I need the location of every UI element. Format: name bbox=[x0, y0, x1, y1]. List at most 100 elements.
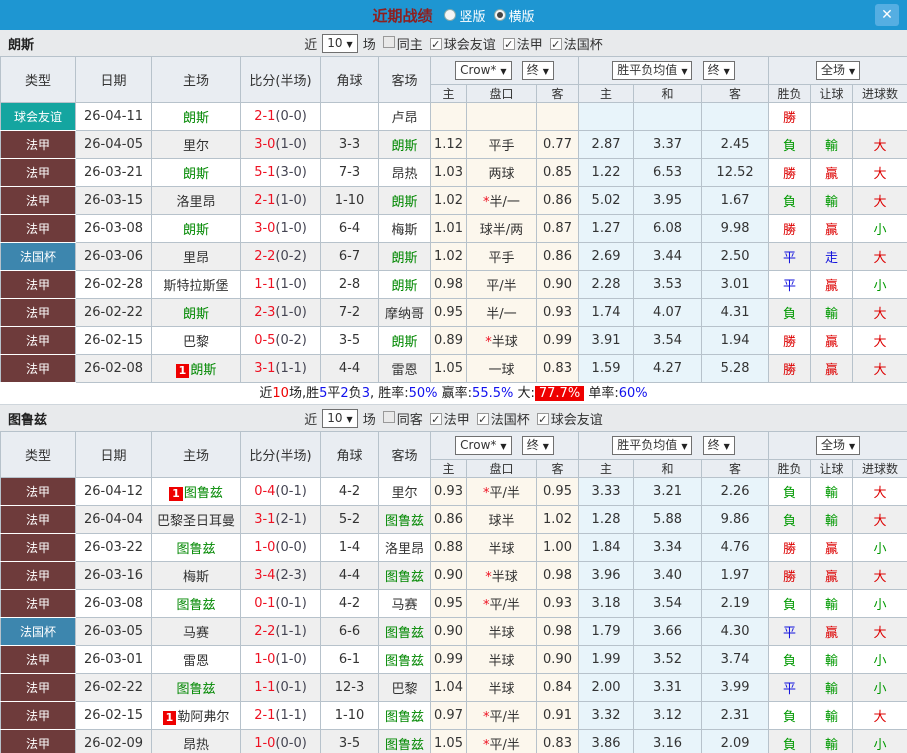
cell-avg-away bbox=[701, 102, 770, 131]
odds-stage-select[interactable]: 终 ▼ bbox=[521, 61, 554, 80]
cell-odds-home: 0.95 bbox=[430, 589, 467, 618]
subheader-result: 胜负 bbox=[768, 459, 812, 478]
checked-checkbox[interactable]: ✓ bbox=[476, 412, 489, 425]
average-select[interactable]: 胜平负均值 ▼ bbox=[612, 61, 693, 80]
home-team-name: 图鲁兹 bbox=[176, 542, 216, 557]
full-time-score: 2-3 bbox=[254, 305, 276, 320]
table-row: 法甲 26-03-21 朗斯 5-1(3-0) 7-3 昂热 1.03 两球 0… bbox=[0, 158, 907, 187]
checked-checkbox[interactable]: ✓ bbox=[502, 37, 515, 50]
checked-checkbox[interactable]: ✓ bbox=[549, 37, 562, 50]
checked-checkbox[interactable]: ✓ bbox=[429, 37, 442, 50]
cell-home-team: 朗斯 bbox=[151, 158, 241, 187]
checked-checkbox[interactable]: ✓ bbox=[429, 412, 442, 425]
bookmaker-select[interactable]: Crow* ▼ bbox=[455, 61, 512, 80]
full-time-score: 1-1 bbox=[254, 277, 276, 292]
cell-avg-home: 2.28 bbox=[578, 270, 635, 299]
recent-results-popup: 近期战绩 竖版 横版 ✕ 朗斯 近 10 ▼ 场 同主 ✓ 球会友谊 ✓ 法甲 ✓ 法国杯 类… bbox=[0, 0, 907, 753]
cell-handicap-result: 輸 bbox=[810, 505, 854, 534]
cell-home-team: 巴黎 bbox=[151, 326, 241, 355]
home-team-name: 图鲁兹 bbox=[176, 682, 216, 697]
cell-corners: 6-4 bbox=[320, 214, 379, 243]
handicap-line: 球半 bbox=[488, 514, 515, 529]
cell-avg-home: 1.74 bbox=[578, 298, 635, 327]
cell-handicap-result: 輸 bbox=[810, 477, 854, 506]
cell-odds-home: 1.01 bbox=[430, 214, 467, 243]
handicap-line: 半球 bbox=[488, 654, 515, 669]
bookmaker-select[interactable]: Crow* ▼ bbox=[455, 436, 512, 455]
summary-text: 单率: bbox=[584, 386, 619, 401]
unchecked-checkbox[interactable] bbox=[382, 35, 395, 48]
cell-date: 26-03-01 bbox=[75, 645, 152, 674]
close-icon[interactable]: ✕ bbox=[875, 4, 899, 26]
cell-handicap-line: *半/一 bbox=[466, 186, 537, 215]
full-time-score: 2-1 bbox=[254, 109, 276, 124]
full-time-score: 1-0 bbox=[254, 652, 276, 667]
match-count-select[interactable]: 10 ▼ bbox=[322, 33, 358, 53]
odds-stage-select[interactable]: 终 ▼ bbox=[521, 436, 554, 455]
summary-text: , 胜率: bbox=[369, 386, 409, 401]
horizontal-layout-radio[interactable] bbox=[493, 9, 506, 21]
cell-result: 負 bbox=[768, 589, 812, 618]
cell-goals-overunder: 大 bbox=[852, 505, 907, 534]
team-name-toulouse: 图鲁兹 bbox=[8, 412, 48, 428]
average-select[interactable]: 胜平负均值 ▼ bbox=[612, 436, 693, 455]
cell-handicap-result: 贏 bbox=[810, 270, 854, 299]
cell-away-team: 图鲁兹 bbox=[378, 729, 431, 753]
cell-odds-away: 0.91 bbox=[535, 701, 580, 730]
checked-checkbox[interactable]: ✓ bbox=[536, 412, 549, 425]
table-row: 法甲 26-03-16 梅斯 3-4(2-3) 4-4 图鲁兹 0.90 *半球… bbox=[0, 561, 907, 590]
average-stage-select[interactable]: 终 ▼ bbox=[702, 61, 735, 80]
table-row: 法甲 26-02-09 昂热 1-0(0-0) 3-5 图鲁兹 1.05 *平/… bbox=[0, 729, 907, 753]
cell-corners: 7-2 bbox=[320, 298, 379, 327]
half-time-score: (1-1) bbox=[275, 708, 307, 723]
cell-handicap-line: 球半/两 bbox=[466, 214, 537, 243]
match-count-select[interactable]: 10 ▼ bbox=[322, 408, 358, 428]
col-header-score: 比分(半场) bbox=[240, 56, 321, 103]
table-row: 法甲 26-03-08 朗斯 3-0(1-0) 6-4 梅斯 1.01 球半/两… bbox=[0, 214, 907, 243]
cell-avg-home: 3.32 bbox=[578, 701, 635, 730]
cell-corners bbox=[320, 102, 379, 131]
cell-home-team: 梅斯 bbox=[151, 561, 241, 590]
cell-avg-away: 3.01 bbox=[701, 270, 770, 299]
cell-avg-home: 1.27 bbox=[578, 214, 635, 243]
cell-away-team: 洛里昂 bbox=[378, 533, 431, 562]
cell-corners: 1-4 bbox=[320, 533, 379, 562]
cell-score: 1-0(0-0) bbox=[240, 729, 321, 753]
cell-avg-home: 3.86 bbox=[578, 729, 635, 753]
cell-home-team: 里昂 bbox=[151, 242, 241, 271]
cell-handicap-result: 輸 bbox=[810, 298, 854, 327]
cell-competition: 法甲 bbox=[0, 729, 76, 753]
cell-result: 勝 bbox=[768, 561, 812, 590]
red-card-badge: 1 bbox=[175, 364, 190, 378]
cell-odds-away: 0.93 bbox=[535, 589, 580, 618]
record-summary-lens: 近10场,胜5平2负3, 胜率:50% 赢率:55.5% 大: 77.7% 单率:… bbox=[0, 383, 907, 405]
cell-competition: 法甲 bbox=[0, 589, 76, 618]
cell-avg-draw: 4.07 bbox=[633, 298, 703, 327]
unchecked-checkbox[interactable] bbox=[382, 410, 395, 423]
red-card-badge: 1 bbox=[162, 711, 177, 725]
scope-select[interactable]: 全场 ▼ bbox=[815, 436, 861, 455]
subheader-odds-home: 主 bbox=[430, 459, 467, 478]
vertical-layout-radio[interactable] bbox=[444, 9, 457, 21]
handicap-line: 半球 bbox=[488, 626, 515, 641]
cell-date: 26-04-04 bbox=[75, 505, 152, 534]
scope-select[interactable]: 全场 ▼ bbox=[815, 61, 861, 80]
cell-date: 26-02-15 bbox=[75, 326, 152, 355]
table-row: 法国杯 26-03-06 里昂 2-2(0-2) 6-7 朗斯 1.02 平手 … bbox=[0, 242, 907, 271]
table-row: 法国杯 26-03-05 马赛 2-2(1-1) 6-6 图鲁兹 0.90 半球… bbox=[0, 617, 907, 646]
cell-avg-home: 3.18 bbox=[578, 589, 635, 618]
checkbox-label: 法国杯 bbox=[490, 412, 530, 428]
cell-avg-away: 2.45 bbox=[701, 130, 770, 159]
cell-handicap-line bbox=[466, 102, 537, 131]
cell-result: 勝 bbox=[768, 533, 812, 562]
home-team-name: 马赛 bbox=[182, 626, 209, 641]
cell-avg-home: 5.02 bbox=[578, 186, 635, 215]
col-header-away: 客场 bbox=[378, 56, 431, 103]
away-team-name: 雷恩 bbox=[391, 363, 418, 378]
cell-avg-home: 3.33 bbox=[578, 477, 635, 506]
cell-avg-away: 3.74 bbox=[701, 645, 770, 674]
cell-avg-away: 5.28 bbox=[701, 354, 770, 383]
cell-avg-home: 2.87 bbox=[578, 130, 635, 159]
average-stage-select[interactable]: 终 ▼ bbox=[702, 436, 735, 455]
summary-text: 2 bbox=[340, 386, 349, 401]
